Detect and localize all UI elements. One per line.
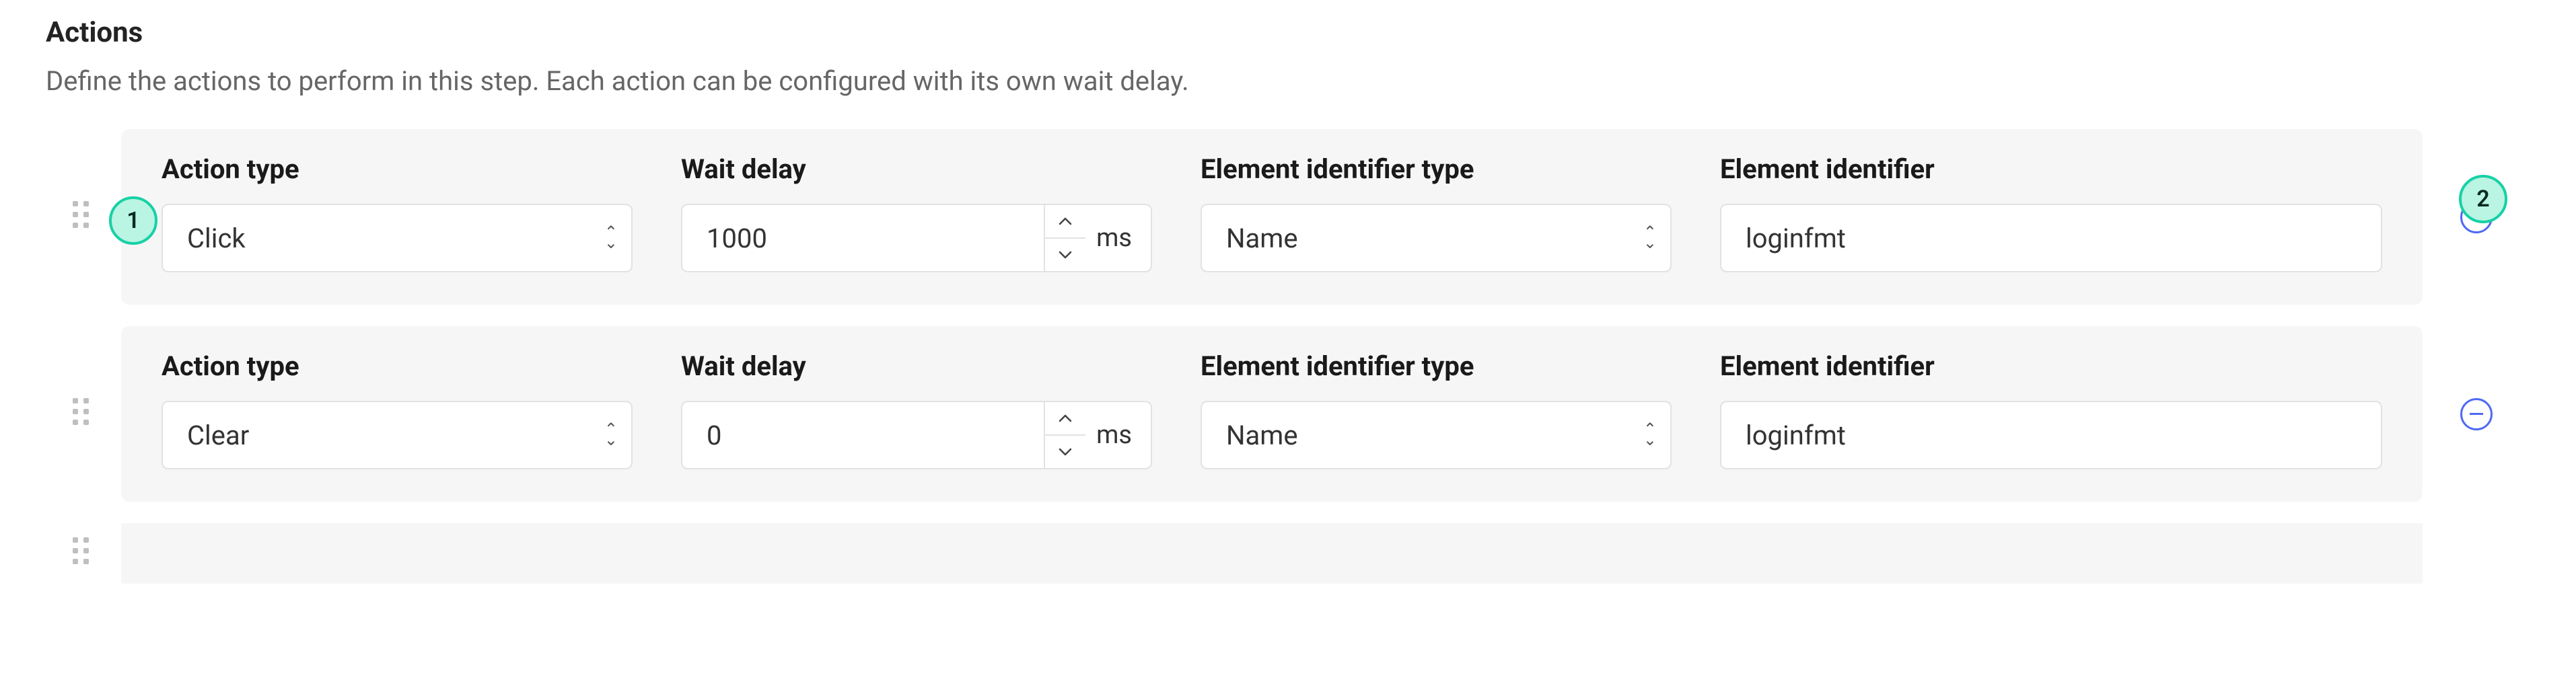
action-type-select[interactable]: Clear ⌃⌄ [162, 401, 633, 469]
chevron-up-icon [1059, 414, 1072, 423]
wait-delay-input[interactable]: 1000 [681, 204, 1044, 272]
element-identifier-type-value: Name [1226, 420, 1298, 451]
remove-action-button[interactable] [2460, 398, 2493, 430]
action-type-select[interactable]: Click ⌃⌄ [162, 204, 633, 272]
wait-delay-value: 1000 [707, 223, 767, 254]
section-title: Actions [46, 16, 2530, 49]
element-identifier-input[interactable]: loginfmt [1720, 204, 2382, 272]
wait-delay-spinner [1044, 204, 1085, 272]
action-row: Action type Clear ⌃⌄ Wait delay 0 [46, 326, 2530, 502]
element-identifier-input[interactable]: loginfmt [1720, 401, 2382, 469]
action-type-value: Clear [187, 420, 249, 451]
chevron-updown-icon: ⌃⌄ [604, 424, 618, 446]
chevron-up-icon [1059, 217, 1072, 226]
chevron-down-icon [1059, 447, 1072, 457]
element-identifier-value: loginfmt [1746, 420, 1846, 451]
chevron-updown-icon: ⌃⌄ [1643, 227, 1657, 249]
element-identifier-type-label: Element identifier type [1201, 350, 1672, 382]
wait-delay-value: 0 [707, 420, 721, 451]
drag-handle-icon[interactable] [73, 398, 94, 430]
action-type-value: Click [187, 223, 246, 254]
wait-delay-label: Wait delay [681, 350, 1152, 382]
element-identifier-type-select[interactable]: Name ⌃⌄ [1201, 401, 1672, 469]
wait-delay-input[interactable]: 0 [681, 401, 1044, 469]
chevron-updown-icon: ⌃⌄ [1643, 424, 1657, 446]
wait-delay-spinner [1044, 401, 1085, 469]
element-identifier-label: Element identifier [1720, 153, 2382, 185]
annotation-badge-2: 2 [2459, 175, 2507, 223]
drag-handle-icon[interactable] [73, 201, 94, 233]
element-identifier-value: loginfmt [1746, 223, 1846, 254]
action-row: Action type Click ⌃⌄ Wait delay 1000 [46, 129, 2530, 305]
minus-icon [2470, 413, 2483, 415]
actions-list: 1 2 Action type Click ⌃⌄ Wait delay [46, 129, 2530, 584]
element-identifier-type-value: Name [1226, 223, 1298, 254]
actions-section: Actions Define the actions to perform in… [0, 0, 2576, 584]
element-identifier-type-label: Element identifier type [1201, 153, 1672, 185]
stepper-down-button[interactable] [1045, 436, 1085, 468]
action-card: Action type Click ⌃⌄ Wait delay 1000 [121, 129, 2423, 305]
action-card: Action type Clear ⌃⌄ Wait delay 0 [121, 326, 2423, 502]
element-identifier-label: Element identifier [1720, 350, 2382, 382]
section-description: Define the actions to perform in this st… [46, 65, 2530, 97]
chevron-updown-icon: ⌃⌄ [604, 227, 618, 249]
element-identifier-type-select[interactable]: Name ⌃⌄ [1201, 204, 1672, 272]
wait-delay-unit: ms [1085, 401, 1152, 469]
drag-handle-icon[interactable] [73, 537, 94, 570]
stepper-down-button[interactable] [1045, 239, 1085, 271]
annotation-badge-1: 1 [109, 196, 157, 245]
wait-delay-unit: ms [1085, 204, 1152, 272]
action-type-label: Action type [162, 153, 633, 185]
stepper-up-button[interactable] [1045, 205, 1085, 239]
action-type-label: Action type [162, 350, 633, 382]
action-row: Action type Wait delay Element identifie… [46, 523, 2530, 584]
chevron-down-icon [1059, 250, 1072, 260]
action-card: Action type Wait delay Element identifie… [121, 523, 2423, 584]
stepper-up-button[interactable] [1045, 402, 1085, 436]
wait-delay-label: Wait delay [681, 153, 1152, 185]
